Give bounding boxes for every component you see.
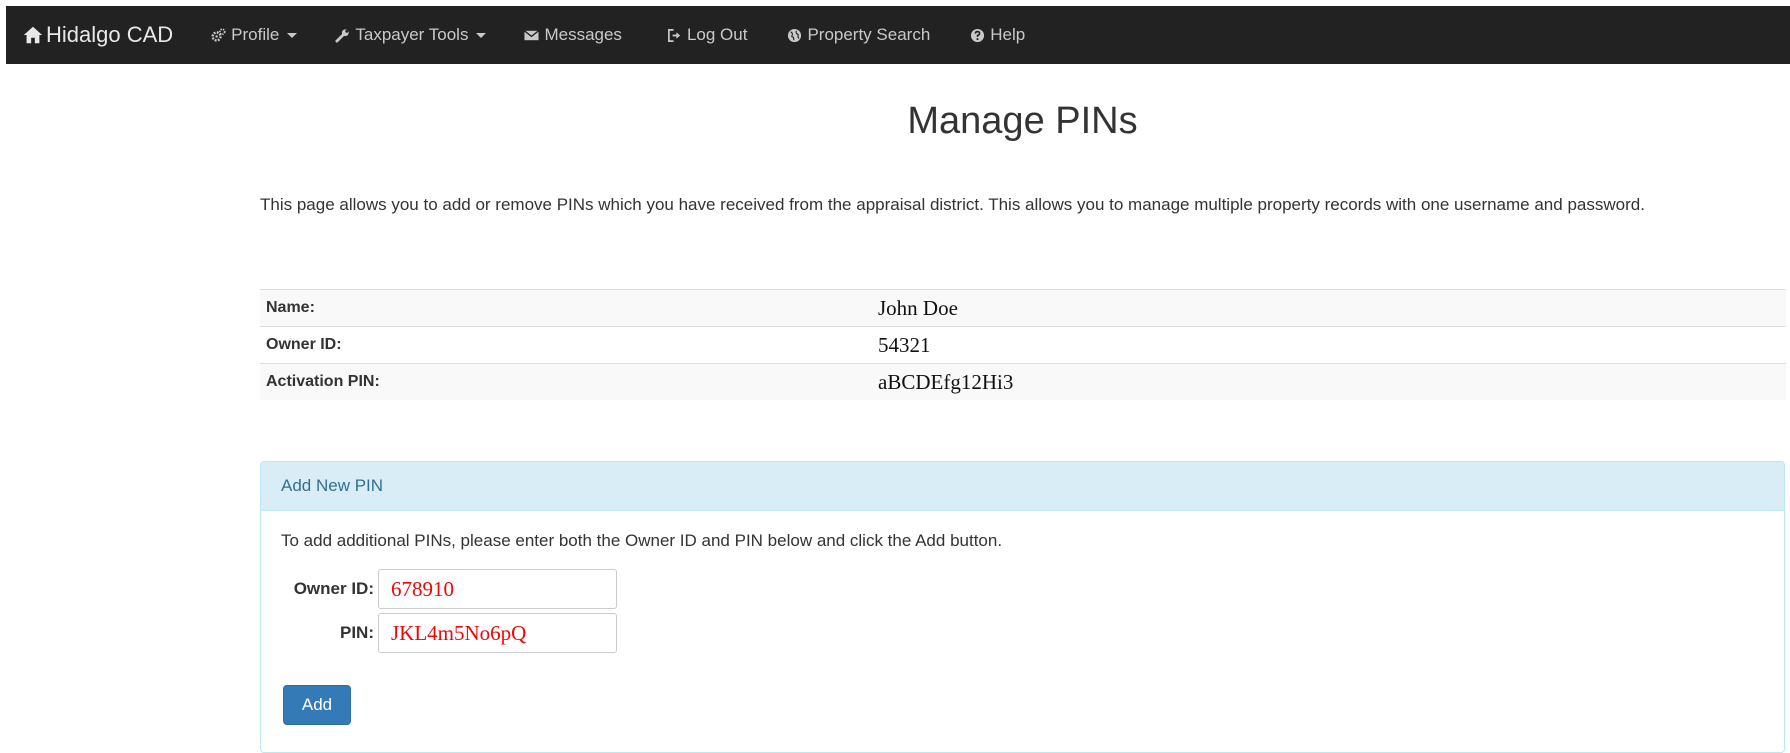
nav-messages-label: Messages — [544, 25, 622, 44]
nav-messages[interactable]: Messages — [524, 25, 622, 45]
nav-help-label: Help — [990, 25, 1026, 44]
name-label: Name: — [260, 289, 872, 327]
nav-property-search-label: Property Search — [807, 25, 931, 44]
nav-taxpayer-tools[interactable]: Taxpayer Tools — [335, 25, 487, 45]
pin-field-label: PIN: — [340, 623, 374, 642]
nav-help[interactable]: Help — [970, 25, 1025, 45]
owner-id-input[interactable] — [378, 569, 617, 609]
nav-profile[interactable]: Profile — [211, 25, 298, 45]
owner-info-table: Name: John Doe Owner ID: 54321 Activatio… — [260, 289, 1786, 400]
owner-id-value: 54321 — [872, 326, 1786, 364]
nav-property-search[interactable]: Property Search — [787, 25, 930, 45]
add-pin-instructions: To add additional PINs, please enter bot… — [281, 531, 1003, 550]
globe-icon — [788, 28, 802, 42]
brand-link[interactable]: Hidalgo CAD — [22, 22, 173, 48]
nav-log-out[interactable]: Log Out — [667, 25, 748, 45]
table-row: Owner ID: 54321 — [260, 326, 1786, 364]
owner-id-field-label: Owner ID: — [293, 579, 374, 598]
table-row: Name: John Doe — [260, 289, 1786, 327]
intro-text: This page allows you to add or remove PI… — [260, 195, 1645, 214]
activation-pin-value: aBCDEfg12Hi3 — [872, 363, 1786, 400]
name-value: John Doe — [872, 289, 1786, 327]
top-navbar: Hidalgo CAD Profile Taxpayer Tools Messa… — [6, 6, 1790, 64]
add-button[interactable]: Add — [283, 685, 351, 725]
page-title: Manage PINs — [907, 100, 1138, 142]
owner-id-row: Owner ID: — [281, 569, 617, 609]
brand-label: Hidalgo CAD — [46, 22, 174, 47]
table-row: Activation PIN: aBCDEfg12Hi3 — [260, 363, 1786, 400]
nav-profile-label: Profile — [231, 25, 280, 44]
home-icon — [23, 26, 43, 44]
chevron-down-icon — [476, 32, 487, 38]
question-circle-icon — [971, 28, 985, 42]
add-pin-panel: Add New PIN To add additional PINs, plea… — [260, 461, 1785, 753]
wrench-icon — [335, 28, 350, 43]
cogs-icon — [211, 27, 226, 42]
add-pin-heading: Add New PIN — [261, 462, 1784, 511]
pin-input[interactable] — [378, 613, 617, 653]
pin-row: PIN: — [281, 613, 617, 653]
nav-log-out-label: Log Out — [686, 25, 748, 44]
chevron-down-icon — [287, 32, 298, 38]
log-out-icon — [667, 28, 681, 42]
nav-taxpayer-tools-label: Taxpayer Tools — [355, 25, 469, 44]
activation-pin-label: Activation PIN: — [260, 363, 872, 400]
envelope-icon — [524, 29, 540, 40]
owner-id-label: Owner ID: — [260, 326, 872, 364]
